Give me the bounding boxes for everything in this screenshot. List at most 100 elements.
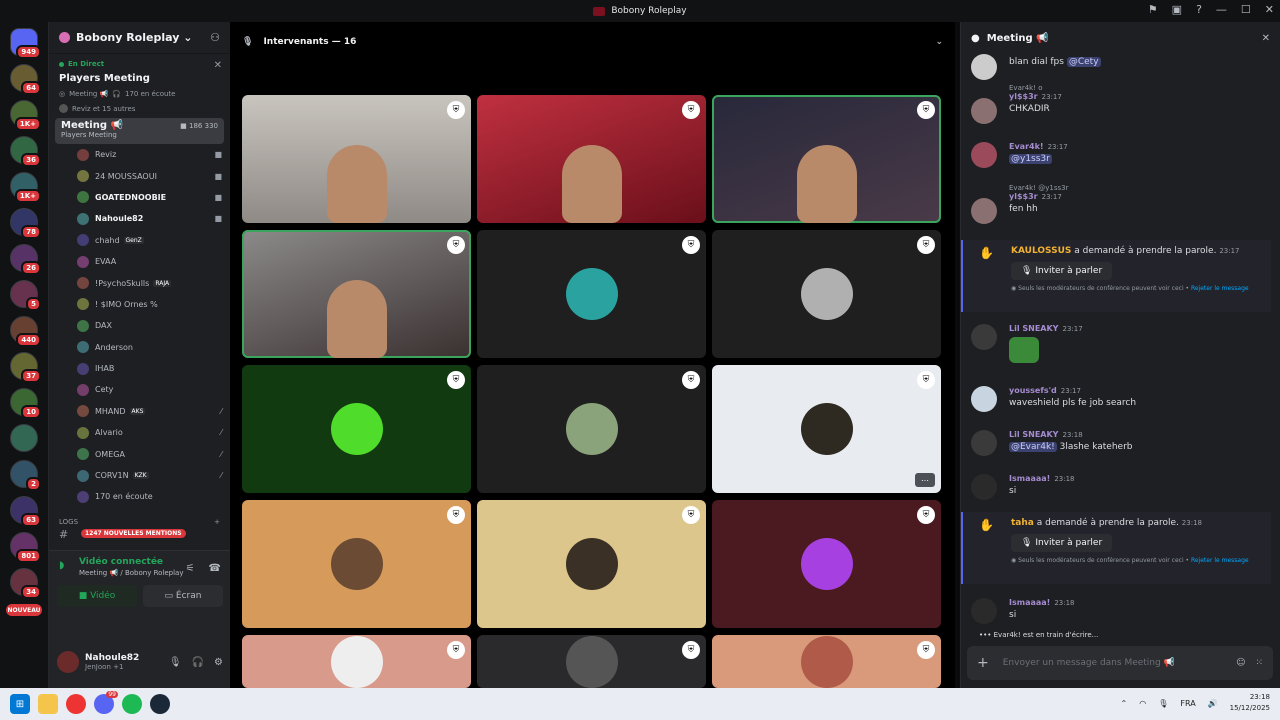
- participant-row[interactable]: GOATEDNOOBIE ■: [49, 187, 230, 208]
- chrome-icon[interactable]: [66, 694, 86, 714]
- reject-link[interactable]: Rejeter le message: [1191, 285, 1249, 292]
- disconnect-icon[interactable]: ☎: [209, 563, 221, 574]
- server-icon[interactable]: 36: [10, 136, 41, 167]
- file-explorer-icon[interactable]: [38, 694, 58, 714]
- video-button[interactable]: ■ Vidéo: [57, 585, 137, 607]
- new-badge[interactable]: NOUVEAU: [6, 604, 42, 616]
- participant-row[interactable]: IHAB: [49, 358, 230, 379]
- server-icon[interactable]: 10: [10, 388, 41, 419]
- mic-icon[interactable]: 🎙: [169, 657, 182, 668]
- close-window-button[interactable]: ✕: [1265, 3, 1274, 16]
- inbox-icon[interactable]: ⚑: [1148, 3, 1158, 16]
- request-user[interactable]: KAULOSSUS: [1011, 246, 1071, 256]
- sticker[interactable]: [1009, 337, 1039, 363]
- participant-row[interactable]: Anderson: [49, 337, 230, 358]
- participant-row[interactable]: Cety: [49, 379, 230, 400]
- speaker-video-tile[interactable]: ⛨: [242, 230, 471, 358]
- participant-row[interactable]: ! $IMO Ornes %: [49, 294, 230, 315]
- message-author[interactable]: Lil SNEAKY: [1009, 430, 1058, 439]
- message-author[interactable]: Ismaaaa!: [1009, 598, 1050, 607]
- text-channel[interactable]: # 1247 NOUVELLES MENTIONS: [49, 526, 230, 544]
- language-indicator[interactable]: FRA: [1180, 699, 1195, 708]
- participant-row[interactable]: EVAA: [49, 251, 230, 272]
- server-icon[interactable]: 440: [10, 316, 41, 347]
- server-icon[interactable]: 26: [10, 244, 41, 275]
- avatar[interactable]: [971, 142, 997, 168]
- mention[interactable]: @Evar4k!: [1009, 442, 1057, 452]
- logs-category[interactable]: LOGS +: [49, 508, 230, 526]
- server-icon[interactable]: 1K+: [10, 172, 41, 203]
- reply-preview[interactable]: Evar4k! o: [1009, 84, 1271, 92]
- close-icon[interactable]: ✕: [1262, 33, 1270, 44]
- message-author[interactable]: youssefs'd: [1009, 386, 1057, 395]
- avatar[interactable]: [971, 324, 997, 350]
- participant-row[interactable]: DAX: [49, 315, 230, 336]
- home-icon[interactable]: 949: [10, 28, 41, 59]
- message-input[interactable]: + Envoyer un message dans Meeting 📢 ☺ ⁙: [967, 646, 1273, 680]
- server-icon[interactable]: 801: [10, 532, 41, 563]
- avatar[interactable]: [971, 98, 997, 124]
- clock[interactable]: 23:18 15/12/2025: [1230, 692, 1270, 714]
- message-author[interactable]: Lil SNEAKY: [1009, 324, 1058, 333]
- channel-meeting[interactable]: Meeting 📢 Players Meeting ■ 186 330: [55, 118, 224, 144]
- participant-row[interactable]: Nahoule82 ■: [49, 208, 230, 229]
- participant-row[interactable]: !PsychoSkulls RAJA: [49, 272, 230, 293]
- participant-row[interactable]: 170 en écoute: [49, 486, 230, 507]
- participant-row[interactable]: 24 MOUSSAOUI ■: [49, 165, 230, 186]
- wifi-icon[interactable]: ◠: [1139, 699, 1146, 708]
- screen-icon[interactable]: ▣: [1172, 3, 1182, 16]
- speaker-tile[interactable]: ⛨: [242, 635, 471, 688]
- spotify-icon[interactable]: [122, 694, 142, 714]
- message-author[interactable]: yl$$3r: [1009, 192, 1038, 201]
- server-header[interactable]: Bobony Roleplay ⌄ ⚇: [49, 22, 230, 54]
- speaker-video-tile[interactable]: ⛨: [712, 95, 941, 223]
- server-icon[interactable]: 5: [10, 280, 41, 311]
- participant-row[interactable]: CORV1N KZK ⁄: [49, 465, 230, 486]
- steam-icon[interactable]: [150, 694, 170, 714]
- speaker-tile[interactable]: ⛨: [477, 500, 706, 628]
- live-stage-card[interactable]: En Direct Players Meeting ◎ Meeting 📢 🎧 …: [49, 54, 230, 113]
- server-icon[interactable]: 1K+: [10, 100, 41, 131]
- noise-icon[interactable]: ⚟: [186, 563, 195, 574]
- more-options-icon[interactable]: …: [915, 473, 935, 487]
- reject-link[interactable]: Rejeter le message: [1191, 557, 1249, 564]
- minimize-button[interactable]: —: [1216, 3, 1227, 16]
- speaker-tile[interactable]: ⛨: [712, 500, 941, 628]
- mention[interactable]: @Cety: [1066, 57, 1101, 67]
- server-icon[interactable]: 2: [10, 460, 41, 491]
- request-user[interactable]: taha: [1011, 518, 1034, 528]
- speaker-video-tile[interactable]: ⛨: [242, 95, 471, 223]
- participant-row[interactable]: Alvario ⁄: [49, 422, 230, 443]
- speaker-tile[interactable]: ⛨: [477, 365, 706, 493]
- maximize-button[interactable]: ☐: [1241, 3, 1251, 16]
- participant-row[interactable]: MHAND AKS ⁄: [49, 401, 230, 422]
- headphones-icon[interactable]: 🎧: [192, 657, 204, 668]
- speaker-tile[interactable]: ⛨: [477, 230, 706, 358]
- server-icon[interactable]: 64: [10, 64, 41, 95]
- help-icon[interactable]: ?: [1196, 3, 1202, 16]
- add-channel-icon[interactable]: +: [214, 518, 220, 526]
- server-icon[interactable]: 63: [10, 496, 41, 527]
- message-author[interactable]: Ismaaaa!: [1009, 474, 1050, 483]
- server-icon[interactable]: 34: [10, 568, 41, 599]
- participant-row[interactable]: Reviz ■: [49, 144, 230, 165]
- speaker-tile[interactable]: ⛨: [242, 500, 471, 628]
- invite-icon[interactable]: ⚇: [210, 31, 220, 44]
- mic-icon[interactable]: 🎙: [1158, 699, 1168, 708]
- invite-to-speak-button[interactable]: 🎙 Inviter à parler: [1011, 262, 1113, 280]
- stage-header[interactable]: 🎙 Intervenants — 16 ⌄: [230, 22, 955, 62]
- invite-to-speak-button[interactable]: 🎙 Inviter à parler: [1011, 534, 1113, 552]
- speaker-tile[interactable]: ⛨: [477, 635, 706, 688]
- avatar[interactable]: [971, 430, 997, 456]
- avatar[interactable]: [971, 198, 997, 224]
- speaker-tile[interactable]: ⛨…: [712, 365, 941, 493]
- screen-button[interactable]: ▭ Écran: [143, 585, 223, 607]
- close-icon[interactable]: ✕: [214, 60, 222, 71]
- chevron-down-icon[interactable]: ⌄: [935, 37, 943, 47]
- avatar[interactable]: [971, 386, 997, 412]
- server-icon[interactable]: 37: [10, 352, 41, 383]
- speaker-tile[interactable]: ⛨: [242, 365, 471, 493]
- avatar[interactable]: [971, 474, 997, 500]
- mentions-badge[interactable]: 1247 NOUVELLES MENTIONS: [81, 528, 186, 538]
- server-icon[interactable]: [10, 424, 38, 452]
